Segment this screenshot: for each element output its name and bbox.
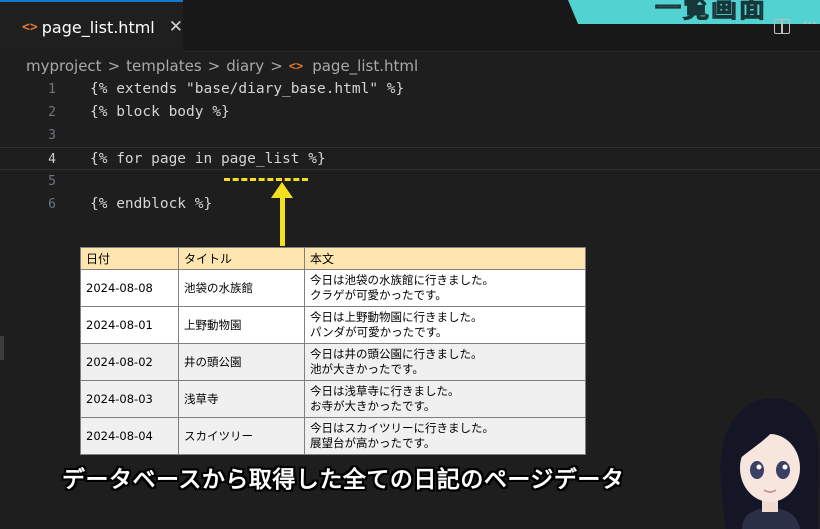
body-line: 今日は浅草寺に行きました。 — [310, 384, 460, 398]
header-title: タイトル — [178, 247, 305, 270]
line-number: 2 — [48, 105, 56, 120]
line-number: 3 — [48, 128, 56, 143]
header-body: 本文 — [304, 247, 586, 270]
cell-body: 今日は上野動物園に行きました。 パンダが可愛かったです。 — [304, 306, 586, 344]
breadcrumb-project[interactable]: myproject — [26, 57, 102, 75]
line-number: 5 — [48, 174, 56, 189]
body-line: 今日は上野動物園に行きました。 — [310, 310, 483, 324]
highlight-underline — [224, 178, 308, 181]
body-line: お寺が大きかったです。 — [310, 399, 436, 413]
video-caption: データベースから取得した全ての日記のページデータ — [62, 467, 625, 493]
code-line[interactable]: 3 — [0, 124, 820, 147]
tab-filename: page_list.html — [41, 17, 155, 37]
line-number: 4 — [48, 152, 56, 167]
cell-title: 浅草寺 — [178, 380, 305, 418]
code-line[interactable]: 5 — [0, 170, 820, 193]
body-line: 今日は井の頭公園に行きました。 — [310, 347, 483, 361]
breadcrumb-separator: > — [270, 57, 283, 75]
html-file-icon: <> — [288, 59, 304, 73]
body-line: パンダが可愛かったです。 — [310, 325, 448, 339]
code-text[interactable]: {% for page in page_list %} — [90, 148, 326, 171]
code-text[interactable]: {% endblock %} — [90, 193, 212, 216]
html-file-icon: <> — [22, 19, 38, 35]
cell-date: 2024-08-03 — [80, 380, 179, 418]
tab-bar: <> page_list.html ✕ 一覧画面 ··· — [0, 0, 820, 52]
cell-date: 2024-08-01 — [80, 306, 179, 344]
cell-body: 今日は浅草寺に行きました。 お寺が大きかったです。 — [304, 380, 586, 418]
cell-date: 2024-08-04 — [80, 417, 179, 455]
diary-page-table: 日付 タイトル 本文 2024-08-08 池袋の水族館 今日は池袋の水族館に行… — [80, 247, 586, 455]
arrow-shaft — [280, 194, 285, 246]
code-line[interactable]: 1 {% extends "base/diary_base.html" %} — [0, 78, 820, 101]
cell-title: 上野動物園 — [178, 306, 305, 344]
breadcrumb-separator: > — [207, 57, 221, 75]
breadcrumb-diary[interactable]: diary — [226, 57, 264, 75]
body-line: 展望台が高かったです。 — [310, 436, 436, 450]
breadcrumb-file[interactable]: page_list.html — [312, 57, 418, 75]
code-text[interactable]: {% extends "base/diary_base.html" %} — [90, 78, 404, 101]
table-row: 2024-08-04 スカイツリー 今日はスカイツリーに行きました。 展望台が高か… — [80, 417, 586, 455]
body-line: 今日はスカイツリーに行きました。 — [310, 421, 494, 435]
avatar — [720, 398, 819, 529]
cell-body: 今日は井の頭公園に行きました。 池が大きかったです。 — [304, 343, 586, 381]
breadcrumb: myproject > templates > diary > <> page_… — [26, 56, 418, 76]
table-row: 2024-08-03 浅草寺 今日は浅草寺に行きました。 お寺が大きかったです。 — [80, 380, 586, 418]
code-text[interactable]: {% block body %} — [90, 101, 230, 124]
body-line: 池が大きかったです。 — [310, 362, 424, 376]
cell-body: 今日は池袋の水族館に行きました。 クラゲが可愛かったです。 — [304, 269, 586, 307]
breadcrumb-templates[interactable]: templates — [126, 57, 202, 75]
table-header-row: 日付 タイトル 本文 — [80, 247, 586, 270]
code-line-current[interactable]: 4 {% for page in page_list %} — [0, 147, 820, 170]
table-row: 2024-08-02 井の頭公園 今日は井の頭公園に行きました。 池が大きかったで… — [80, 343, 586, 381]
body-line: クラゲが可愛かったです。 — [310, 288, 447, 302]
cell-title: 井の頭公園 — [178, 343, 305, 381]
line-number: 1 — [48, 82, 56, 97]
cell-title: スカイツリー — [178, 417, 305, 455]
cell-body: 今日はスカイツリーに行きました。 展望台が高かったです。 — [304, 417, 586, 455]
more-actions-icon[interactable]: ··· — [802, 13, 817, 34]
tab-page-list[interactable]: <> page_list.html ✕ — [0, 0, 183, 52]
editor-gutter-mark — [0, 336, 4, 360]
cell-date: 2024-08-08 — [80, 269, 179, 307]
cell-date: 2024-08-02 — [80, 343, 179, 381]
code-line[interactable]: 2 {% block body %} — [0, 101, 820, 124]
banner-text: 一覧画面 — [654, 0, 768, 25]
body-line: 今日は池袋の水族館に行きました。 — [310, 273, 494, 287]
cell-title: 池袋の水族館 — [178, 269, 305, 307]
header-date: 日付 — [80, 247, 179, 270]
table-row: 2024-08-08 池袋の水族館 今日は池袋の水族館に行きました。 クラゲが可愛… — [80, 269, 586, 307]
split-editor-icon[interactable] — [774, 19, 790, 34]
line-number: 6 — [48, 197, 56, 212]
code-line[interactable]: 6 {% endblock %} — [0, 193, 820, 216]
table-row: 2024-08-01 上野動物園 今日は上野動物園に行きました。 パンダが可愛かっ… — [80, 306, 586, 344]
breadcrumb-separator: > — [107, 57, 121, 75]
close-icon[interactable]: ✕ — [169, 17, 183, 37]
